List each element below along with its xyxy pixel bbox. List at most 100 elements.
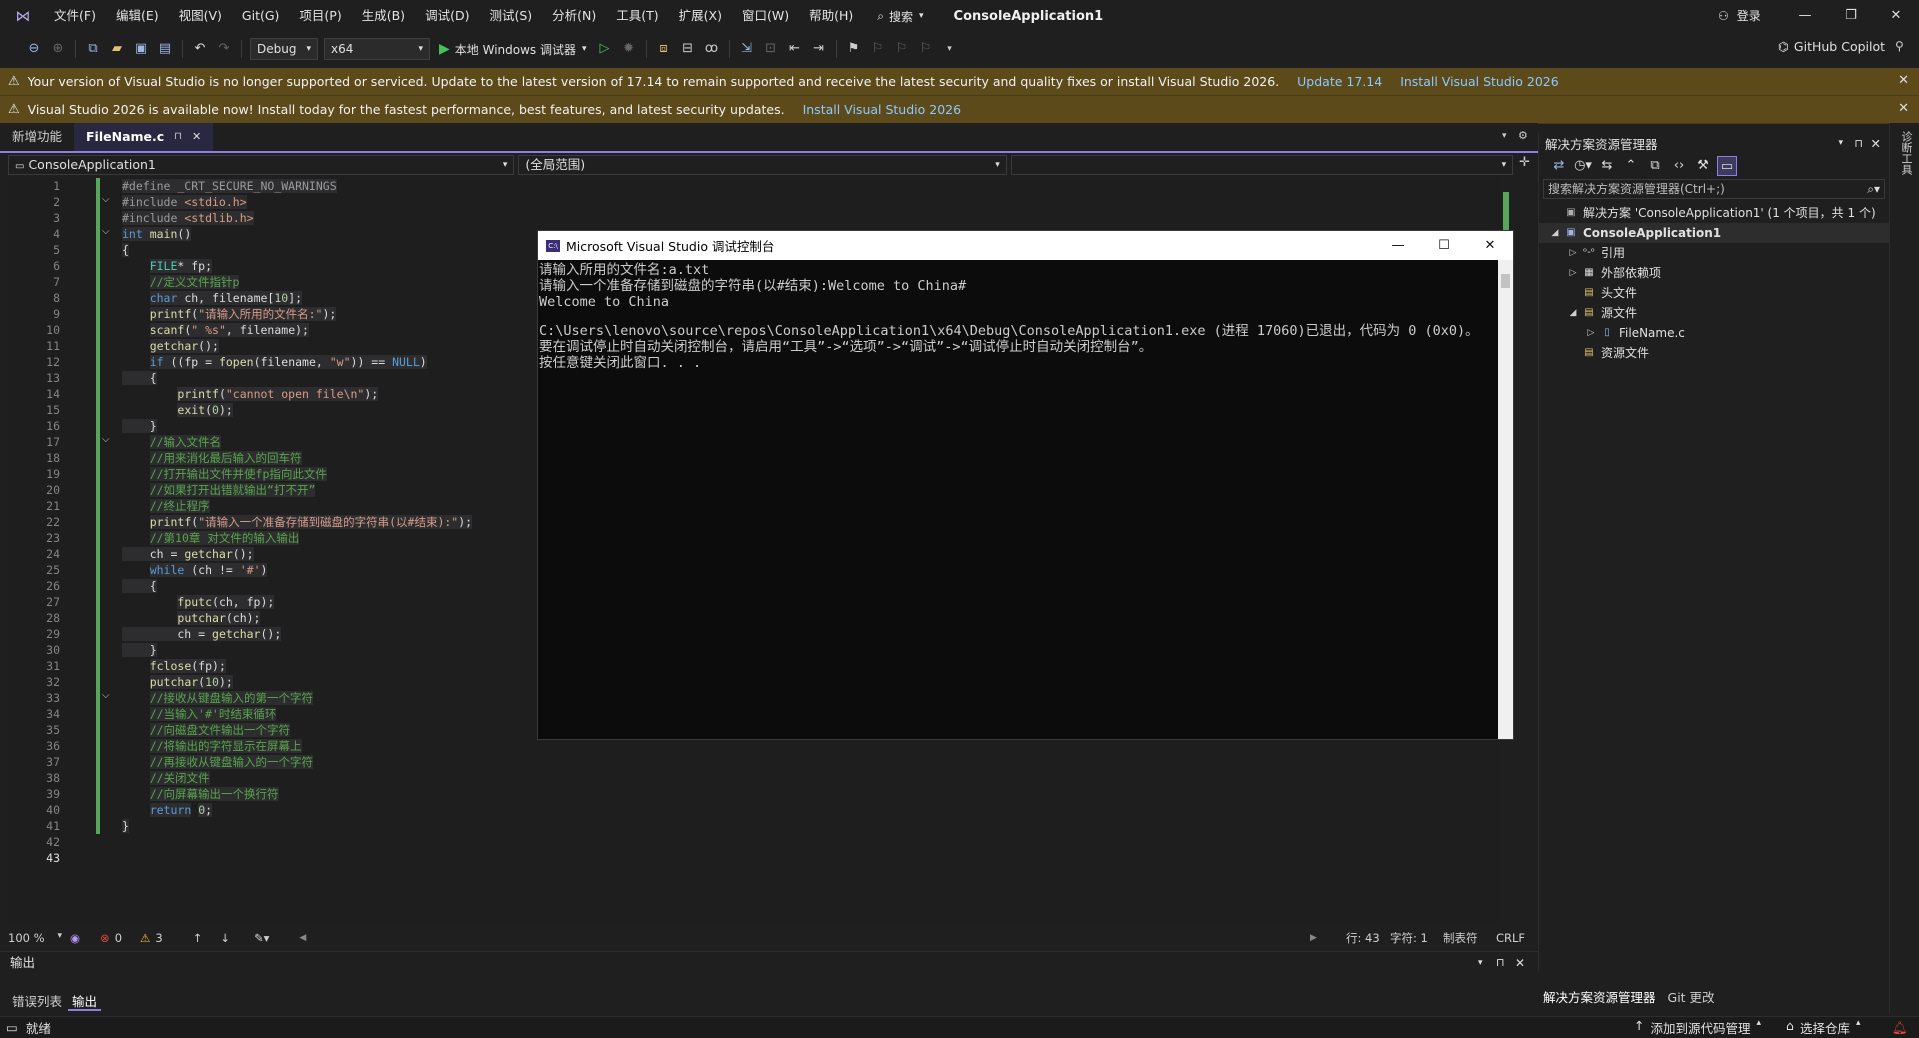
close-tab-icon[interactable]: ✕ [192,123,201,151]
install-vs2026-link[interactable]: Install Visual Studio 2026 [1400,74,1559,89]
fold-toggle-icon[interactable]: ⌵ [102,434,110,445]
tab-output[interactable]: 输出 [68,993,102,1011]
view-code-icon[interactable]: ‹› [1669,156,1689,176]
fold-toggle-icon[interactable]: ⌵ [102,226,110,237]
menu-item[interactable]: 文件(F) [44,0,106,32]
diagnostic-tools-tab[interactable]: 诊断工具 [1898,131,1914,175]
tree-item-header-files[interactable]: ▤ 头文件 [1539,283,1889,303]
comment-icon[interactable]: ⊡ [761,39,781,59]
save-icon[interactable]: ▣ [131,39,151,59]
login-button[interactable]: ⚇ 登录 [1718,0,1761,32]
close-icon[interactable]: ✕ [1898,73,1909,88]
clear-bookmarks-icon[interactable]: ⚐ [916,39,936,59]
start-debugging-button[interactable]: ▶ 本地 Windows 调试器 ▾ [439,41,587,58]
start-without-debugging-icon[interactable]: ▷ [595,39,615,59]
tree-item-filename-c[interactable]: ▷ ▯ FileName.c [1539,323,1889,343]
scope-nav-select[interactable]: (全局范围) ▾ [518,155,1007,175]
preview-icon[interactable]: ▭ [1717,156,1737,176]
intellicode-icon[interactable]: ◉ [70,931,80,945]
tab-list-dropdown-icon[interactable]: ▾ [1502,131,1507,141]
menu-item[interactable]: 测试(S) [479,0,542,32]
warning-count[interactable]: ⚠ 3 [140,931,163,945]
show-all-files-icon[interactable]: ⧉ [1645,156,1665,176]
char-indicator[interactable]: 字符: 1 [1390,930,1428,946]
next-bookmark-icon[interactable]: ⚐ [892,39,912,59]
properties-icon[interactable]: ⚒ [1693,156,1713,176]
menu-item[interactable]: 工具(T) [606,0,668,32]
fold-toggle-icon[interactable]: ⌵ [102,194,110,205]
tab-error-list[interactable]: 错误列表 [8,993,66,1011]
next-issue-icon[interactable]: ↓ [220,931,230,945]
save-all-icon[interactable]: ▤ [155,39,175,59]
add-to-source-control-button[interactable]: ↑ 添加到源代码管理 ▴ [1634,1018,1761,1037]
feedback-icon[interactable]: ⚲ [1895,39,1904,53]
outdent-icon[interactable]: ⇤ [785,39,805,59]
tab-solution-explorer[interactable]: 解决方案资源管理器 [1543,987,1656,1006]
tree-item-references[interactable]: ▷ ᵒ-ᵒ 引用 [1539,243,1889,263]
output-window-icon[interactable]: ▭ [6,1020,18,1035]
configuration-select[interactable]: Debug ▾ [250,38,318,60]
line-indicator[interactable]: 行: 43 [1346,930,1380,946]
close-window-button[interactable]: ✕ [1873,0,1919,32]
open-folder-icon[interactable]: ▰ [107,39,127,59]
menu-item[interactable]: 项目(P) [289,0,351,32]
prev-bookmark-icon[interactable]: ⚐ [868,39,888,59]
search-button[interactable]: ⌕ 搜索 ▾ [869,8,931,25]
update-link[interactable]: Update 17.14 [1297,74,1382,89]
tree-item-source-files[interactable]: ◢ ▤ 源文件 [1539,303,1889,323]
console-minimize-button[interactable]: — [1375,231,1421,260]
tab-new-features[interactable]: 新增功能 [0,123,74,151]
menu-item[interactable]: Git(G) [232,0,290,32]
code-cleanup-icon[interactable]: ✎▾ [254,931,269,945]
scroll-left-icon[interactable]: ◀ [299,933,306,943]
zoom-select[interactable]: 100 % ▾ [8,931,68,945]
member-nav-select[interactable]: ▾ [1010,155,1514,175]
collapse-all-icon[interactable]: ⌃ [1621,156,1641,176]
tree-item-external-deps[interactable]: ▷ ▦ 外部依赖项 [1539,263,1889,283]
console-scrollbar[interactable] [1498,260,1513,739]
chevron-down-icon[interactable]: ▾ [1478,952,1483,974]
spell-check-icon[interactable]: ꝏ [702,39,722,59]
settings-gear-icon[interactable]: ⚙ [1518,129,1528,142]
split-editor-icon[interactable]: ✛ [1519,155,1530,177]
solution-icon[interactable]: ⧈ [654,39,674,59]
tree-item-resource-files[interactable]: ▤ 资源文件 [1539,343,1889,363]
step-icon[interactable]: ⇲ [737,39,757,59]
chevron-down-icon[interactable]: ▾ [1838,138,1843,148]
menu-item[interactable]: 窗口(W) [732,0,799,32]
restore-button[interactable]: ❐ [1828,0,1874,32]
select-repository-button[interactable]: ⌂ 选择仓库 ▴ [1786,1018,1860,1037]
notifications-icon[interactable]: 🔔︎ [1892,1020,1908,1036]
close-icon[interactable]: ✕ [1871,136,1881,151]
undo-icon[interactable]: ↶ [190,39,210,59]
tabs-indicator[interactable]: 制表符 [1443,930,1478,946]
menu-item[interactable]: 分析(N) [542,0,606,32]
pin-icon[interactable]: ⊓ [1854,137,1863,150]
pin-icon[interactable]: ⊓ [174,123,182,151]
install-vs2026-link[interactable]: Install Visual Studio 2026 [803,102,962,117]
project-nav-select[interactable]: ▭ ConsoleApplication1 ▾ [8,155,515,175]
console-titlebar[interactable]: C:\ Microsoft Visual Studio 调试控制台 — ☐ ✕ [538,231,1513,260]
bookmark-icon[interactable]: ⚑ [844,39,864,59]
tab-git-changes[interactable]: Git 更改 [1668,987,1715,1006]
menu-item[interactable]: 编辑(E) [106,0,169,32]
eol-indicator[interactable]: CRLF [1496,931,1525,945]
debug-console-window[interactable]: C:\ Microsoft Visual Studio 调试控制台 — ☐ ✕ … [537,230,1514,740]
back-icon[interactable]: ⊖ [24,39,44,59]
menu-item[interactable]: 帮助(H) [799,0,863,32]
new-item-icon[interactable]: ⧉ [83,39,103,59]
scrollbar-thumb[interactable] [1501,274,1510,288]
menu-item[interactable]: 调试(D) [415,0,479,32]
github-copilot-button[interactable]: ⌬ GitHub Copilot [1778,39,1885,54]
indent-icon[interactable]: ⇥ [809,39,829,59]
platform-select[interactable]: x64 ▾ [324,38,430,60]
tab-filename-c[interactable]: FileName.c ⊓ ✕ [74,123,214,151]
history-icon[interactable]: ◷▾ [1573,156,1593,176]
close-icon[interactable]: ✕ [1898,101,1909,116]
tree-item-project[interactable]: ◢ ▣ ConsoleApplication1 [1539,223,1889,243]
forward-icon[interactable]: ⊕ [48,39,68,59]
hot-reload-icon[interactable]: ✹ [619,39,639,59]
console-close-button[interactable]: ✕ [1467,231,1513,260]
tree-item-solution[interactable]: ▣ 解决方案 'ConsoleApplication1' (1 个项目，共 1 个… [1539,203,1889,223]
error-count[interactable]: ⊗ 0 [100,931,122,945]
